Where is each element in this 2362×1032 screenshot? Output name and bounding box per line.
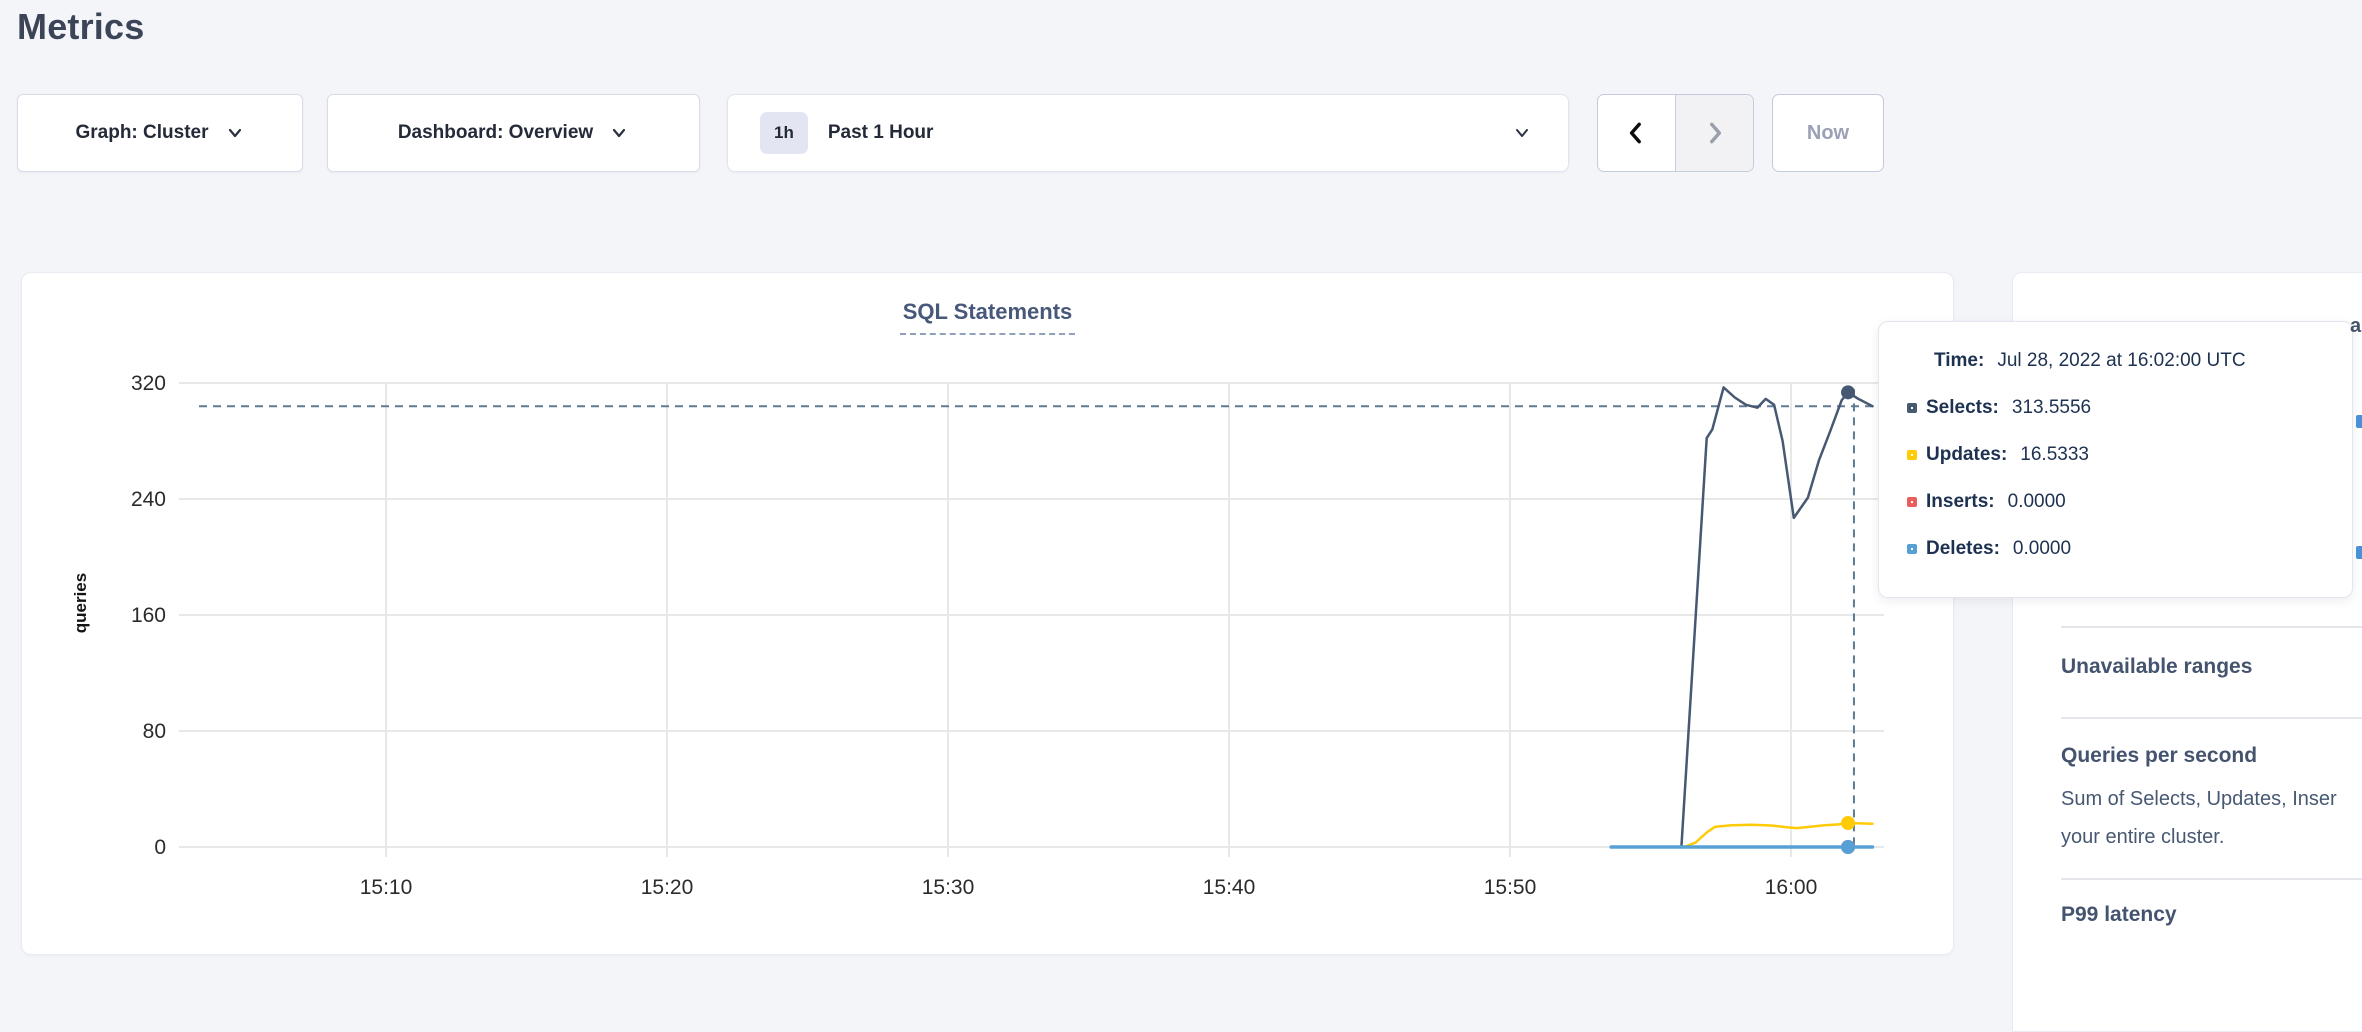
sql-statements-chart-card: SQL Statements queries 08016024032015:10…: [21, 272, 1954, 955]
page-title: Metrics: [17, 6, 144, 48]
x-tick-label: 15:10: [360, 876, 413, 899]
sql-statements-chart[interactable]: 0 80 160 240 320 15:10 15:20 15:30 15:40 15:50 16:…: [22, 273, 1955, 956]
tooltip-updates-label: Updates:: [1926, 444, 2007, 466]
time-range-badge: 1h: [760, 112, 808, 154]
series-hover-dot-selects: [1841, 385, 1855, 399]
cut-link-fragment: [2356, 415, 2362, 428]
cut-link-fragment: [2356, 546, 2362, 559]
sidebar-divider: [2061, 878, 2362, 880]
tooltip-updates-value: 16.5333: [2020, 444, 2089, 466]
tooltip-selects-value: 313.5556: [2012, 397, 2091, 419]
inserts-series-swatch-icon: [1907, 497, 1917, 507]
tooltip-updates-row: Updates: 16.5333: [1907, 442, 2328, 468]
time-range-selector[interactable]: 1h Past 1 Hour: [727, 94, 1569, 172]
chevron-down-icon: [1512, 123, 1532, 143]
tooltip-deletes-value: 0.0000: [2013, 538, 2071, 560]
graph-selector-dropdown[interactable]: Graph: Cluster: [17, 94, 303, 172]
sidebar-heading-p99-latency: P99 latency: [2061, 903, 2177, 927]
x-tick-label: 15:30: [922, 876, 975, 899]
y-tick-label: 80: [143, 720, 166, 743]
chevron-left-icon: [1624, 119, 1650, 147]
chevron-right-icon: [1702, 119, 1728, 147]
sidebar-divider: [2061, 626, 2362, 628]
x-tick-label: 16:00: [1765, 876, 1818, 899]
sidebar-heading-queries-per-second: Queries per second: [2061, 744, 2257, 768]
selects-series-swatch-icon: [1907, 403, 1917, 413]
sidebar-divider: [2061, 717, 2362, 719]
metrics-page: { "page": { "title": "Metrics" }, "toolb…: [0, 0, 2362, 966]
now-button[interactable]: Now: [1772, 94, 1884, 172]
y-tick-label: 160: [131, 604, 166, 627]
updates-series-swatch-icon: [1907, 450, 1917, 460]
y-tick-label: 0: [154, 836, 166, 859]
sidebar-description: Sum of Selects, Updates, Inser your enti…: [2061, 780, 2337, 856]
chevron-down-icon: [609, 123, 629, 143]
series-hover-dot-updates: [1841, 816, 1855, 830]
tooltip-deletes-row: Deletes: 0.0000: [1907, 536, 2328, 562]
time-range-label: Past 1 Hour: [828, 122, 1496, 144]
sidebar-description-line: Sum of Selects, Updates, Inser: [2061, 780, 2337, 818]
tooltip-selects-row: Selects: 313.5556: [1907, 395, 2328, 421]
time-window-nav: [1597, 94, 1754, 172]
y-tick-label: 240: [131, 488, 166, 511]
deletes-series-swatch-icon: [1907, 544, 1917, 554]
previous-time-window-button[interactable]: [1598, 95, 1675, 171]
series-hover-dot-deletes: [1841, 840, 1855, 854]
tooltip-time-value: Jul 28, 2022 at 16:02:00 UTC: [1997, 350, 2245, 372]
tooltip-inserts-value: 0.0000: [2008, 491, 2066, 513]
x-tick-label: 15:40: [1203, 876, 1256, 899]
sidebar-description-line: your entire cluster.: [2061, 818, 2337, 856]
x-tick-label: 15:20: [641, 876, 694, 899]
chart-hover-tooltip: Time: Jul 28, 2022 at 16:02:00 UTC Selec…: [1878, 321, 2353, 598]
dashboard-selector-label: Dashboard: Overview: [398, 122, 593, 144]
y-tick-label: 320: [131, 372, 166, 395]
tooltip-deletes-label: Deletes:: [1926, 538, 2000, 560]
x-tick-label: 15:50: [1484, 876, 1537, 899]
next-time-window-button[interactable]: [1675, 95, 1753, 171]
series-line-selects: [1611, 387, 1872, 847]
tooltip-time-row: Time: Jul 28, 2022 at 16:02:00 UTC: [1934, 348, 2328, 374]
sidebar-heading-unavailable-ranges: Unavailable ranges: [2061, 655, 2252, 679]
dashboard-selector-dropdown[interactable]: Dashboard: Overview: [327, 94, 700, 172]
sidebar-cut-text-fragment: a: [2350, 315, 2361, 338]
tooltip-time-label: Time:: [1934, 350, 1984, 372]
tooltip-inserts-row: Inserts: 0.0000: [1907, 489, 2328, 515]
tooltip-selects-label: Selects:: [1926, 397, 1999, 419]
tooltip-inserts-label: Inserts:: [1926, 491, 1995, 513]
graph-selector-label: Graph: Cluster: [75, 122, 208, 144]
chevron-down-icon: [225, 123, 245, 143]
